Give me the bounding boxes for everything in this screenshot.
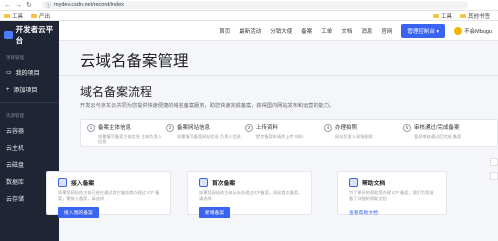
folder-icon xyxy=(459,13,466,18)
bookmark-folder[interactable]: 工具 xyxy=(4,12,23,20)
brand-title: 开发者云平台 xyxy=(15,25,54,45)
access-record-button[interactable]: 接入我的备案 xyxy=(58,207,99,218)
step-number: 5 xyxy=(403,124,411,132)
user-menu[interactable]: 不会Mbugu xyxy=(454,26,492,35)
process-steps: 1 备案主体信息如需填写备案主体信息 主体负责人信息 2 备案网站信息如需填写备… xyxy=(80,119,498,147)
card-title: 接入备案 xyxy=(71,181,95,187)
reload-icon[interactable]: ↻ xyxy=(26,2,32,9)
site-info-icon[interactable]: ⓘ xyxy=(46,2,51,9)
bookmarks-right: 工具 其他书签 xyxy=(432,12,490,20)
plus-icon: + xyxy=(6,86,10,93)
folder-icon xyxy=(4,13,10,18)
bookmark-folder[interactable]: 产出 xyxy=(31,12,50,20)
cloud-logo-icon xyxy=(4,31,13,39)
sidebar-divider xyxy=(0,102,59,103)
step-number: 3 xyxy=(245,124,253,132)
card-header: 首次备案 xyxy=(188,172,311,187)
top-nav: 首页 最新活动 分销大使 备案 工单 文档 消息 官网 管理控制台 ▾ 不会Mb… xyxy=(59,21,498,41)
avatar xyxy=(454,26,463,35)
first-record-card: 首次备案 如果您网站的主体从未办理过ICP备案，网站首次备案，请选择 新增备案 xyxy=(187,171,312,218)
browser-toolbar: ← → ↻ ⓘ mydev.csdn.net/record/index xyxy=(0,0,498,11)
card-title: 帮助文档 xyxy=(362,181,386,187)
view-help-docs-link[interactable]: 查看帮助文档 xyxy=(349,209,378,216)
step-subtitle: 如需填写备案网站信息 负责人信息 xyxy=(177,134,241,139)
document-icon xyxy=(58,178,67,187)
step-number: 2 xyxy=(166,124,174,132)
step-title: 备案网站信息 xyxy=(177,125,211,131)
console-button[interactable]: 管理控制台 ▾ xyxy=(401,23,446,38)
address-bar[interactable]: ⓘ mydev.csdn.net/record/index xyxy=(42,1,468,9)
user-name: 不会Mbugu xyxy=(464,28,492,35)
document-icon xyxy=(199,178,208,187)
access-record-card: 接入备案 如果您网站的主体已经在通过其它服务商办理过 ICP 备案，需接入备案，… xyxy=(46,171,171,218)
card-header: 接入备案 xyxy=(47,172,170,187)
help-book-icon xyxy=(349,178,358,187)
new-record-button[interactable]: 新增备案 xyxy=(199,207,231,218)
card-header: 帮助文档 xyxy=(338,172,446,187)
nav-docs[interactable]: 文档 xyxy=(341,27,352,35)
title-divider xyxy=(59,75,498,76)
nav-official-site[interactable]: 官网 xyxy=(381,27,392,35)
section-description: 开发云与京东云共同为您提供快速便捷的域名备案服务，助您快速完成备案，获得国内网站… xyxy=(80,103,335,109)
url-text: mydev.csdn.net/record/index xyxy=(54,2,124,8)
browser-nav: ← → ↻ xyxy=(0,2,42,9)
nav-messages[interactable]: 消息 xyxy=(361,27,372,35)
step-number: 4 xyxy=(324,124,332,132)
bookmark-folder[interactable]: 其他书签 xyxy=(459,12,490,20)
monitor-icon: ▭ xyxy=(6,70,12,76)
bookmarks-bar: 工具 产出 工具 其他书签 xyxy=(0,11,498,21)
step-item: 5 审核通过/完成备案 管局审核通过后完成 备案 xyxy=(403,124,482,139)
sidebar-item-container[interactable]: 云容器 xyxy=(0,122,59,139)
step-item: 3 上传资料提交备案申请并上传 材料 xyxy=(245,124,324,139)
card-text: 如果您网站的主体从未办理过ICP备案，网站首次备案，请选择 xyxy=(199,190,303,201)
float-tool-button[interactable] xyxy=(490,172,498,180)
brand[interactable]: 开发者云平台 xyxy=(0,21,59,49)
step-item: 2 备案网站信息如需填写备案网站信息 负责人信息 xyxy=(166,124,245,139)
nav-record[interactable]: 备案 xyxy=(301,27,312,35)
folder-icon xyxy=(432,13,439,18)
nav-events[interactable]: 最新活动 xyxy=(239,27,261,35)
step-title: 上传资料 xyxy=(256,125,279,131)
step-subtitle: 网站负责人现场拍照 xyxy=(335,134,373,139)
nav-ticket[interactable]: 工单 xyxy=(321,27,332,35)
step-item: 4 办理拍照网站负责人现场拍照 xyxy=(324,124,403,139)
step-title: 办理拍照 xyxy=(335,125,358,131)
sidebar-group-label: 项目管理 xyxy=(6,55,24,60)
nav-distribution[interactable]: 分销大使 xyxy=(270,27,292,35)
sidebar-item-host[interactable]: 云主机 xyxy=(0,139,59,156)
card-text: 为了更好的帮助您办理 ICP 备案，我们为您准备了详细的帮助文档 xyxy=(349,190,434,201)
sidebar-group-label: 资源管理 xyxy=(6,113,24,118)
nav-home[interactable]: 首页 xyxy=(219,27,230,35)
step-item: 1 备案主体信息如需填写备案主体信息 主体负责人信息 xyxy=(87,124,166,144)
step-subtitle: 如需填写备案主体信息 主体负责人信息 xyxy=(98,134,162,144)
section-title: 域名备案流程 xyxy=(80,85,153,99)
back-icon[interactable]: ← xyxy=(4,2,11,9)
sidebar-item-add-project[interactable]: + 添加项目 xyxy=(0,81,59,98)
step-title: 备案主体信息 xyxy=(98,125,132,131)
folder-icon xyxy=(31,13,38,18)
bookmark-folder[interactable]: 工具 xyxy=(432,12,452,20)
card-text: 如果您网站的主体已经在通过其它服务商办理过 ICP 备案，需接入备案，请选择 xyxy=(58,190,160,201)
forward-icon[interactable]: → xyxy=(15,2,22,9)
step-title: 审核通过/完成备案 xyxy=(414,125,460,131)
sidebar-item-my-projects[interactable]: ▭ 我的项目 xyxy=(0,64,59,81)
step-subtitle: 提交备案申请并上传 材料 xyxy=(256,134,304,139)
float-tool-button[interactable] xyxy=(490,158,498,166)
help-docs-card: 帮助文档 为了更好的帮助您办理 ICP 备案，我们为您准备了详细的帮助文档 查看… xyxy=(337,171,447,216)
step-number: 1 xyxy=(87,124,95,132)
page-title: 云域名备案管理 xyxy=(80,53,189,70)
card-title: 首次备案 xyxy=(212,181,236,187)
step-subtitle: 管局审核通过后完成 备案 xyxy=(414,134,462,139)
